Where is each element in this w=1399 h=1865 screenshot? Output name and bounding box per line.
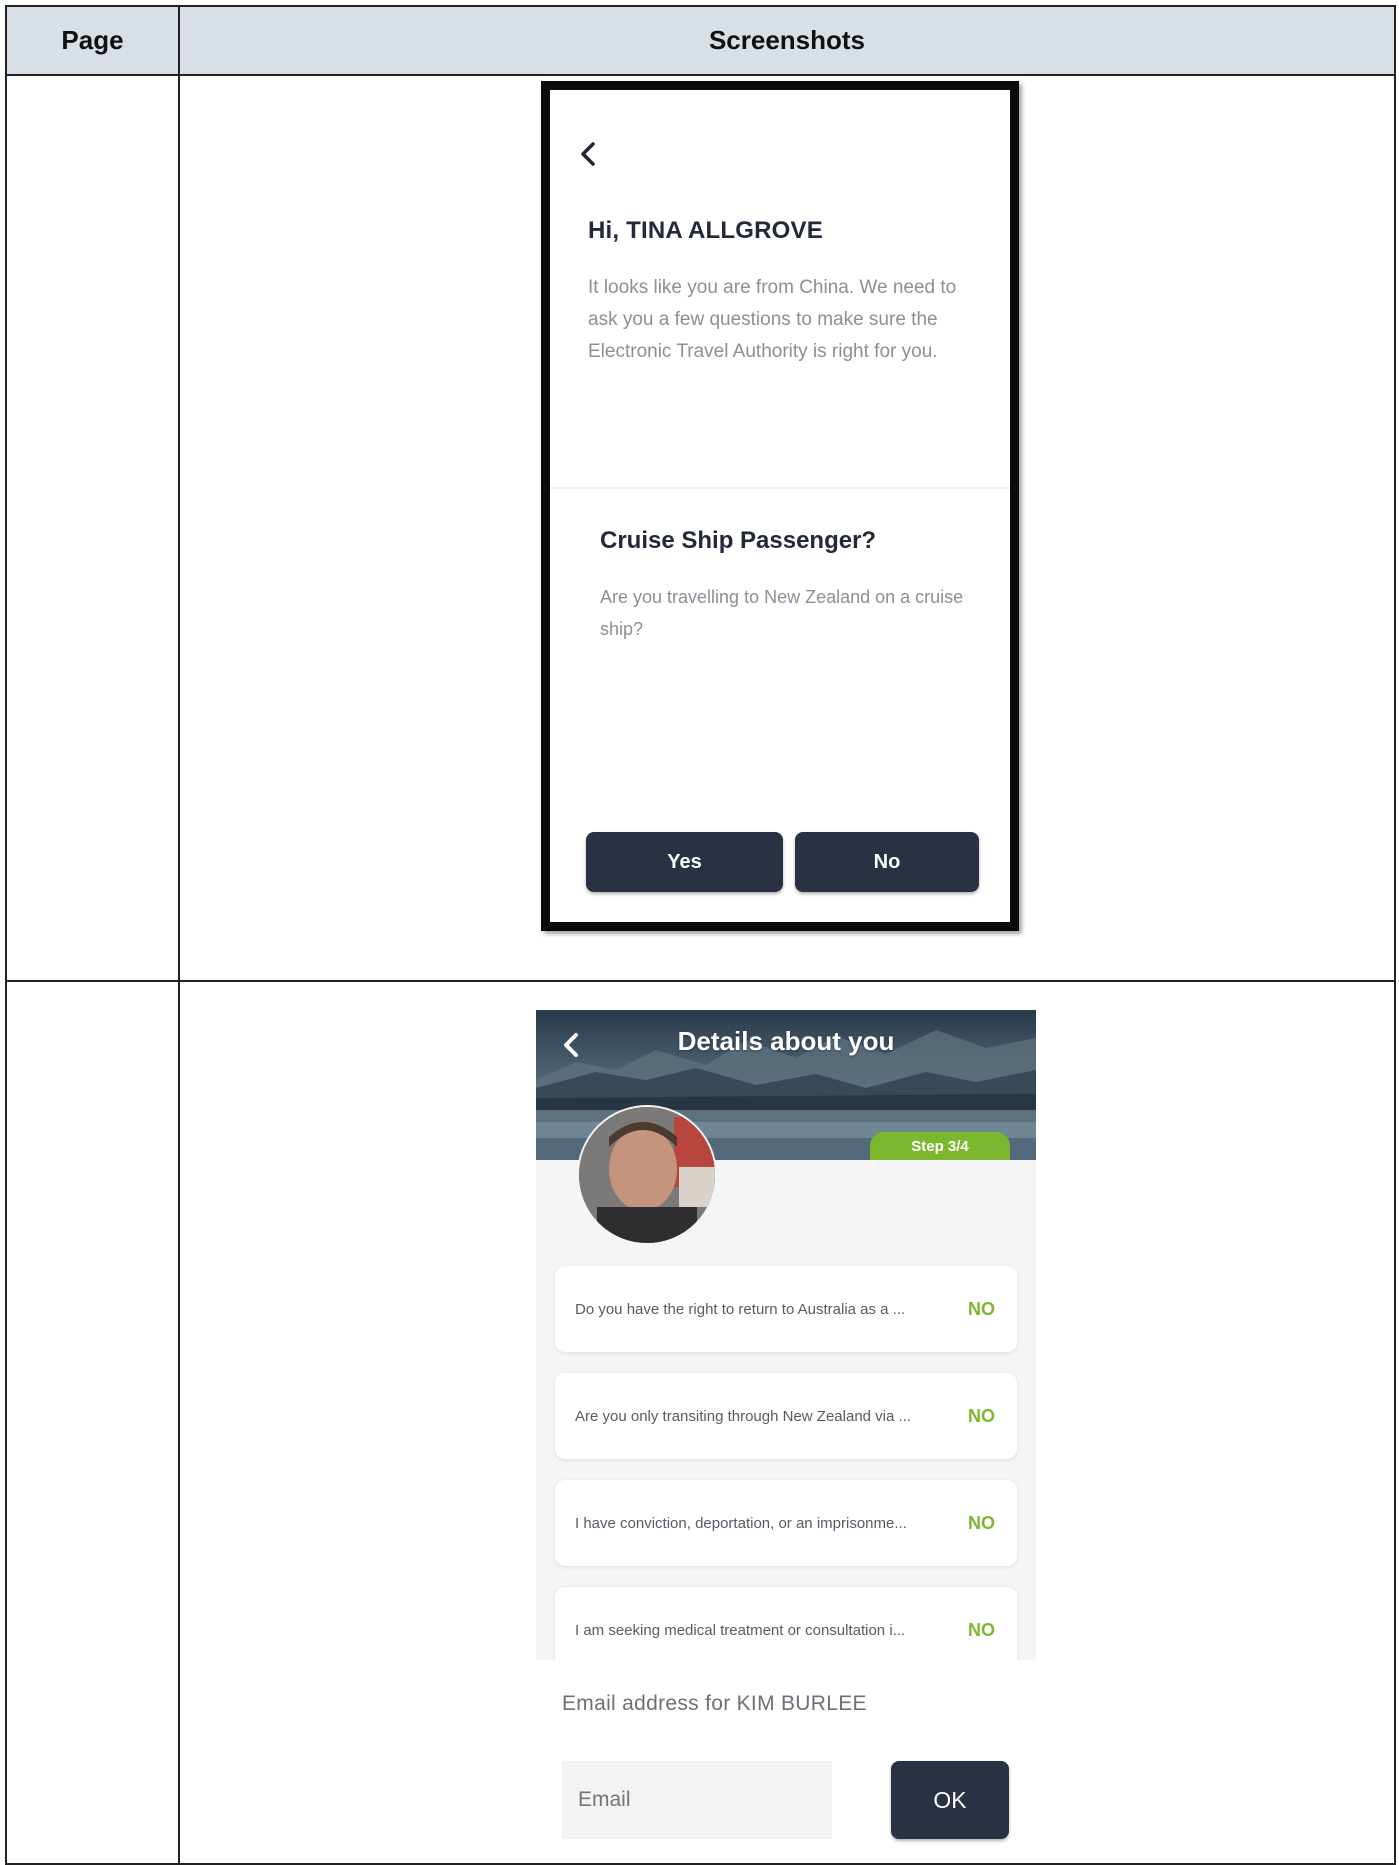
- screenshot-details-about-you: Details about you Step 3/4 Do you have t…: [536, 1010, 1036, 1660]
- answer-value: NO: [968, 1405, 995, 1426]
- email-field[interactable]: [562, 1761, 832, 1839]
- question-text: Do you have the right to return to Austr…: [575, 1300, 906, 1318]
- email-label: Email address for KIM BURLEE: [562, 1692, 867, 1715]
- screenshot-cruise-question: Hi, TINA ALLGROVE It looks like you are …: [541, 81, 1019, 931]
- question-text: I have conviction, deportation, or an im…: [575, 1514, 907, 1532]
- ok-button[interactable]: OK: [891, 1761, 1009, 1839]
- no-button[interactable]: No: [795, 832, 979, 892]
- step-badge: Step 3/4: [870, 1132, 1010, 1160]
- column-divider: [178, 7, 180, 1863]
- chevron-left-icon[interactable]: [580, 142, 596, 166]
- header-screenshots: Screenshots: [708, 25, 866, 55]
- yes-button[interactable]: Yes: [586, 832, 783, 892]
- answer-value: NO: [968, 1512, 995, 1533]
- list-item[interactable]: I am seeking medical treatment or consul…: [555, 1587, 1017, 1660]
- row-divider: [7, 980, 1394, 982]
- section-divider: [550, 487, 1010, 489]
- header-page: Page: [61, 25, 124, 55]
- question-text: Are you only transiting through New Zeal…: [575, 1407, 912, 1425]
- email-section: Email address for KIM BURLEE OK: [536, 1660, 1036, 1860]
- list-item[interactable]: Do you have the right to return to Austr…: [555, 1266, 1017, 1352]
- avatar: [577, 1105, 717, 1245]
- question-text: Are you travelling to New Zealand on a c…: [600, 587, 964, 639]
- list-item[interactable]: I have conviction, deportation, or an im…: [555, 1480, 1017, 1566]
- list-item[interactable]: Are you only transiting through New Zeal…: [555, 1373, 1017, 1459]
- answer-value: NO: [968, 1619, 995, 1640]
- greeting-heading: Hi, TINA ALLGROVE: [588, 217, 823, 244]
- question-title: Cruise Ship Passenger?: [600, 527, 877, 554]
- page-title: Details about you: [677, 1026, 895, 1056]
- table-header-row: Page Screenshots: [7, 7, 1394, 76]
- answer-value: NO: [968, 1298, 995, 1319]
- question-text: I am seeking medical treatment or consul…: [575, 1621, 906, 1639]
- intro-text: It looks like you are from China. We nee…: [588, 277, 957, 362]
